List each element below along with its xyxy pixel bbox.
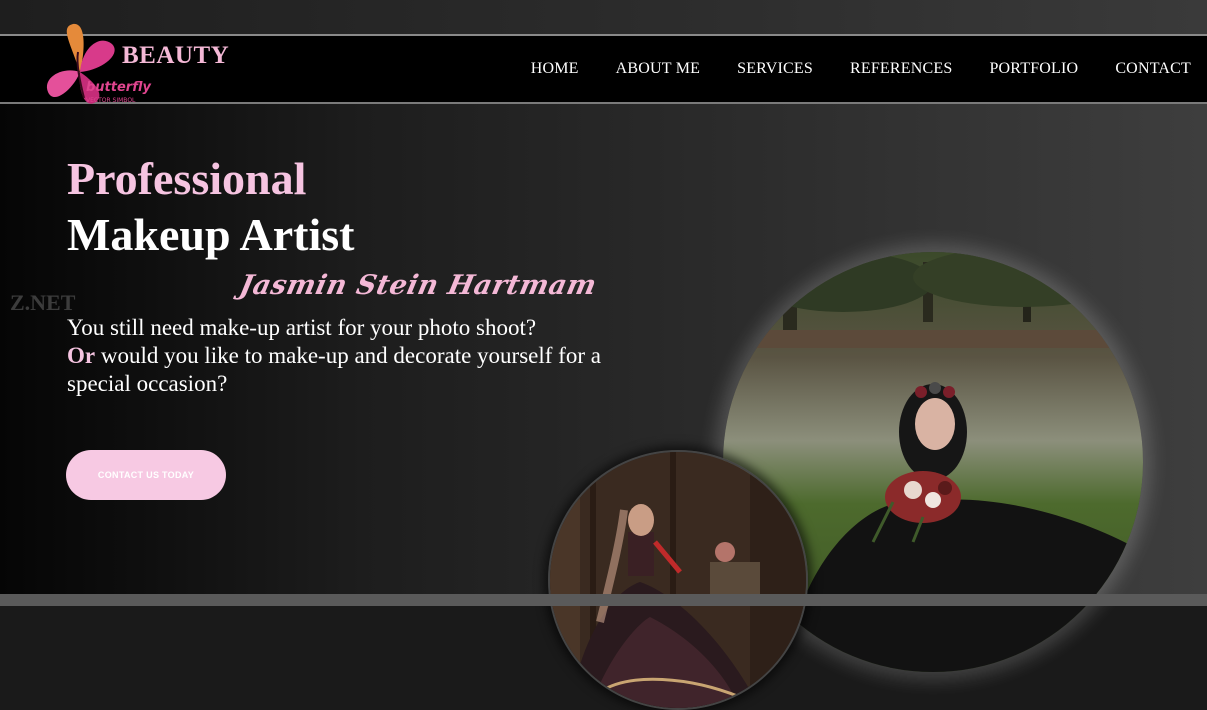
photo-bride-lehenga xyxy=(548,450,808,710)
hero-paragraph-part2: would you like to make-up and decorate y… xyxy=(67,343,601,396)
bottom-bar xyxy=(0,594,1207,606)
hero-title-line2: Makeup Artist xyxy=(67,209,355,260)
nav-item-contact[interactable]: CONTACT xyxy=(1115,60,1191,78)
main-nav: HOME ABOUT ME SERVICES REFERENCES PORTFO… xyxy=(494,60,1191,78)
hero-paragraph-or: Or xyxy=(67,343,96,368)
nav-item-home[interactable]: HOME xyxy=(531,60,579,78)
nav-item-about-me[interactable]: ABOUT ME xyxy=(616,60,700,78)
brand-tagline: butterfly xyxy=(86,80,151,95)
hero-paragraph: You still need make-up artist for your p… xyxy=(67,314,607,398)
nav-item-portfolio[interactable]: PORTFOLIO xyxy=(989,60,1078,78)
artist-signature: Jasmin Stein Hartmam xyxy=(236,270,600,301)
nav-item-services[interactable]: SERVICES xyxy=(737,60,813,78)
hero-title-line1: Professional xyxy=(67,153,307,204)
navbar: BEAUTY butterfly VECTOR SIMBOL HOME ABOU… xyxy=(0,23,1207,104)
ghost-text: Z.NET xyxy=(10,290,76,315)
nav-item-references[interactable]: REFERENCES xyxy=(850,60,952,78)
hero-paragraph-part1: You still need make-up artist for your p… xyxy=(67,315,537,340)
hero-section: Professional Makeup Artist Jasmin Stein … xyxy=(0,104,1207,710)
contact-us-button[interactable]: CONTACT US TODAY xyxy=(66,450,226,500)
brand-small-text: VECTOR SIMBOL xyxy=(86,97,136,104)
brand-name: BEAUTY xyxy=(122,42,230,69)
